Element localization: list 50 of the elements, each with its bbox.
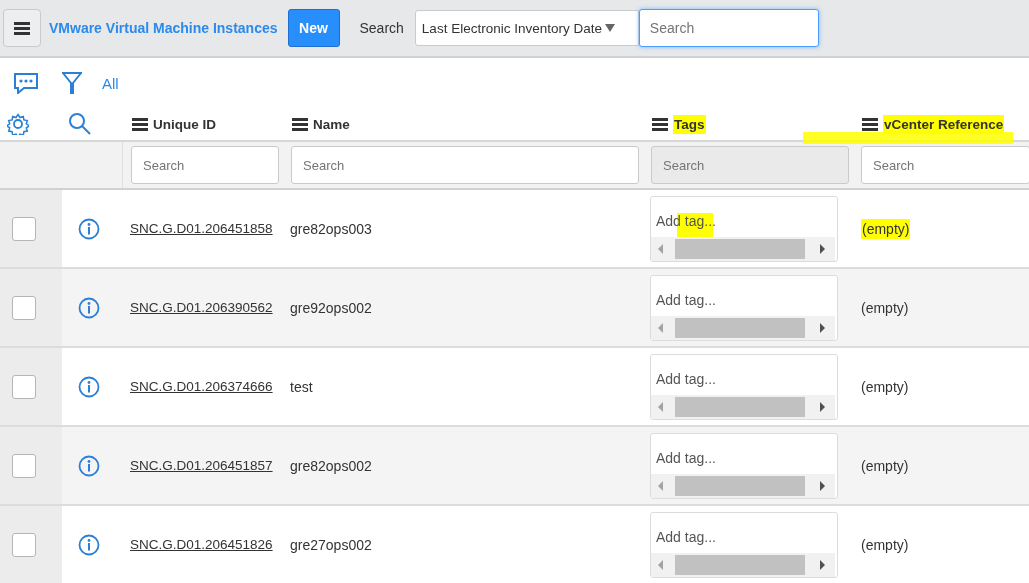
row-checkbox[interactable]	[12, 532, 36, 557]
info-icon[interactable]	[78, 375, 100, 398]
chat-icon[interactable]	[13, 72, 39, 94]
search-field[interactable]: Search	[638, 9, 819, 47]
menu-button[interactable]	[3, 9, 41, 47]
row-checkbox[interactable]	[12, 374, 36, 399]
row-checkbox[interactable]	[12, 295, 36, 320]
table-cell: gre27ops002	[290, 536, 372, 553]
record-link[interactable]: SNC.G.D01.206451826	[130, 537, 273, 552]
column-search-field[interactable]: Search	[291, 146, 639, 184]
table-cell: (empty)	[861, 457, 909, 474]
table-cell: (empty)	[861, 536, 909, 553]
search-icon[interactable]	[68, 112, 92, 136]
search-field-dropdown[interactable]: Last Electronic Inventory Date	[414, 10, 639, 46]
record-link[interactable]: SNC.G.D01.206451858	[130, 221, 273, 236]
table-cell: (empty)	[861, 378, 909, 395]
info-icon[interactable]	[78, 217, 100, 240]
record-link[interactable]: SNC.G.D01.206374666	[130, 379, 273, 394]
filter-icon[interactable]	[61, 71, 83, 95]
table-cell: gre82ops003	[290, 220, 372, 237]
menu-icon[interactable]	[292, 117, 308, 131]
tag-field[interactable]: Add tag...	[650, 511, 838, 578]
column-search-field[interactable]: Search	[131, 146, 279, 184]
column-search-field[interactable]: Search	[861, 146, 1029, 184]
tag-field[interactable]: Add tag...	[650, 274, 838, 341]
info-icon[interactable]	[78, 454, 100, 477]
info-icon[interactable]	[78, 296, 100, 319]
table-cell: (empty)	[861, 218, 911, 239]
tag-field[interactable]: Add tag...	[650, 432, 838, 499]
column-header[interactable]: Unique ID	[122, 116, 216, 132]
table-cell: (empty)	[861, 299, 909, 316]
row-checkbox[interactable]	[12, 453, 36, 478]
tag-field[interactable]: Add tag...	[650, 353, 838, 420]
table-cell: test	[290, 378, 313, 395]
row-checkbox[interactable]	[12, 216, 36, 241]
menu-icon[interactable]	[132, 117, 148, 131]
breadcrumb-link[interactable]: All	[102, 74, 119, 92]
menu-icon[interactable]	[652, 117, 668, 131]
caret-icon	[604, 24, 615, 32]
menu-icon	[14, 21, 30, 35]
column-header[interactable]: Name	[282, 116, 350, 132]
info-icon[interactable]	[78, 533, 100, 556]
record-link[interactable]: SNC.G.D01.206451857	[130, 458, 273, 473]
table-cell: gre92ops002	[290, 299, 372, 316]
settings-icon[interactable]	[7, 113, 29, 135]
column-search-field: Search	[651, 146, 849, 184]
menu-icon[interactable]	[862, 117, 878, 131]
record-link[interactable]: SNC.G.D01.206390562	[130, 300, 273, 315]
table-cell: gre82ops002	[290, 457, 372, 474]
search-label: Search	[359, 20, 404, 36]
